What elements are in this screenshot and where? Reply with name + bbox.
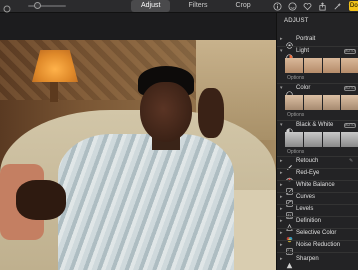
divider bbox=[277, 252, 358, 253]
section-selective-color[interactable]: ▸ Selective Color bbox=[277, 228, 358, 243]
red-eye-icon bbox=[286, 170, 293, 182]
thumbnail bbox=[322, 132, 341, 147]
auto-button[interactable]: AUTO bbox=[344, 49, 356, 54]
section-definition[interactable]: ▸ Definition bbox=[277, 216, 358, 231]
black-white-options-toggle[interactable]: Options bbox=[287, 149, 304, 155]
section-white-balance[interactable]: ▸ White Balance bbox=[277, 180, 358, 195]
light-icon bbox=[286, 48, 293, 61]
chevron-down-icon[interactable]: ▾ bbox=[280, 48, 283, 54]
thumbnail bbox=[285, 58, 303, 73]
section-color[interactable]: ▾ Color AUTO bbox=[277, 83, 358, 98]
section-label: Selective Color bbox=[296, 230, 337, 236]
section-sharpen[interactable]: ▸ Sharpen bbox=[277, 254, 358, 269]
thumbnail bbox=[303, 58, 322, 73]
section-black-white[interactable]: ▾ Black & White AUTO bbox=[277, 120, 358, 135]
adjust-panel: ADJUST ▸ Portrait ▾ Light AUTO Options ▾… bbox=[276, 13, 358, 270]
photo-subject-face bbox=[140, 82, 192, 142]
thumbnail bbox=[341, 58, 358, 73]
retouch-icon bbox=[286, 158, 293, 170]
edit-tabs: Adjust Filters Crop bbox=[131, 0, 261, 12]
section-levels[interactable]: ▸ Levels bbox=[277, 204, 358, 219]
chevron-right-icon[interactable]: ▸ bbox=[280, 170, 283, 176]
photo-canvas[interactable] bbox=[0, 40, 276, 270]
thumbnail bbox=[285, 95, 303, 110]
section-label: Retouch bbox=[296, 158, 319, 164]
chevron-right-icon[interactable]: ▸ bbox=[280, 206, 283, 212]
zoom-slider-knob[interactable] bbox=[34, 2, 41, 9]
thumbnail bbox=[322, 58, 341, 73]
section-label: Color bbox=[296, 85, 311, 91]
photo-subject-arm bbox=[16, 180, 66, 220]
section-label: Sharpen bbox=[296, 256, 319, 262]
light-thumbnail-strip[interactable] bbox=[285, 58, 358, 73]
chevron-right-icon[interactable]: ▸ bbox=[280, 256, 283, 262]
thumbnail bbox=[303, 132, 322, 147]
section-portrait[interactable]: ▸ Portrait bbox=[277, 34, 358, 49]
heart-icon[interactable] bbox=[302, 1, 312, 11]
section-label: Red-Eye bbox=[296, 170, 320, 176]
photo-subject-shirt bbox=[58, 134, 234, 270]
color-options-toggle[interactable]: Options bbox=[287, 112, 304, 118]
section-label: Definition bbox=[296, 218, 322, 224]
section-label: Noise Reduction bbox=[296, 242, 341, 248]
chevron-down-icon[interactable]: ▾ bbox=[280, 122, 283, 128]
sidebar-toggle-icon[interactable] bbox=[2, 1, 12, 13]
section-label: Black & White bbox=[296, 122, 334, 128]
black-white-icon bbox=[286, 122, 293, 135]
chevron-right-icon[interactable]: ▸ bbox=[280, 230, 283, 236]
photo-lamp-base bbox=[50, 82, 58, 102]
section-label: Portrait bbox=[296, 36, 316, 42]
selective-color-icon bbox=[286, 230, 293, 243]
color-icon bbox=[286, 85, 293, 98]
section-label: Curves bbox=[296, 194, 316, 200]
retouch-tool-icon[interactable]: ✎ bbox=[349, 158, 353, 164]
chevron-right-icon[interactable]: ▸ bbox=[280, 158, 283, 164]
chevron-down-icon[interactable]: ▾ bbox=[280, 85, 283, 91]
color-thumbnail-strip[interactable] bbox=[285, 95, 358, 110]
panel-title: ADJUST bbox=[284, 18, 309, 24]
auto-button[interactable]: AUTO bbox=[344, 123, 356, 128]
chevron-right-icon[interactable]: ▸ bbox=[280, 242, 283, 248]
section-noise-reduction[interactable]: ▸ Noise Reduction bbox=[277, 240, 358, 255]
thumbnail bbox=[303, 95, 322, 110]
toolbar: Adjust Filters Crop Do bbox=[0, 0, 358, 13]
info-icon[interactable] bbox=[272, 1, 282, 11]
chevron-right-icon[interactable]: ▸ bbox=[280, 36, 283, 42]
chevron-right-icon[interactable]: ▸ bbox=[280, 182, 283, 188]
levels-icon bbox=[286, 206, 293, 219]
toolbar-icons bbox=[272, 1, 357, 11]
thumbnail bbox=[341, 95, 358, 110]
portrait-icon bbox=[286, 36, 293, 49]
section-red-eye[interactable]: ▸ Red-Eye bbox=[277, 168, 358, 182]
section-label: White Balance bbox=[296, 182, 335, 188]
section-retouch[interactable]: ▸ Retouch ✎ bbox=[277, 156, 358, 170]
tab-crop[interactable]: Crop bbox=[226, 0, 261, 12]
section-label: Light bbox=[296, 48, 310, 54]
section-light[interactable]: ▾ Light AUTO bbox=[277, 46, 358, 61]
section-label: Levels bbox=[296, 206, 314, 212]
chevron-right-icon[interactable]: ▸ bbox=[280, 194, 283, 200]
section-curves[interactable]: ▸ Curves bbox=[277, 192, 358, 207]
thumbnail bbox=[285, 132, 303, 147]
done-button[interactable]: Do bbox=[349, 1, 358, 11]
noise-reduction-icon bbox=[286, 242, 293, 255]
curves-icon bbox=[286, 194, 293, 207]
auto-button[interactable]: AUTO bbox=[344, 86, 356, 91]
thumbnail bbox=[341, 132, 358, 147]
definition-icon bbox=[286, 218, 293, 231]
white-balance-icon bbox=[286, 182, 293, 195]
photo-subject-hand bbox=[198, 88, 224, 138]
chevron-right-icon[interactable]: ▸ bbox=[280, 218, 283, 224]
magic-wand-icon[interactable] bbox=[332, 1, 342, 11]
thumbnail bbox=[322, 95, 341, 110]
light-options-toggle[interactable]: Options bbox=[287, 75, 304, 81]
sharpen-icon bbox=[286, 256, 293, 269]
tab-adjust[interactable]: Adjust bbox=[131, 0, 171, 12]
black-white-thumbnail-strip[interactable] bbox=[285, 132, 358, 147]
tab-filters[interactable]: Filters bbox=[178, 0, 217, 12]
share-icon[interactable] bbox=[317, 1, 327, 11]
smiley-icon[interactable] bbox=[287, 1, 297, 11]
